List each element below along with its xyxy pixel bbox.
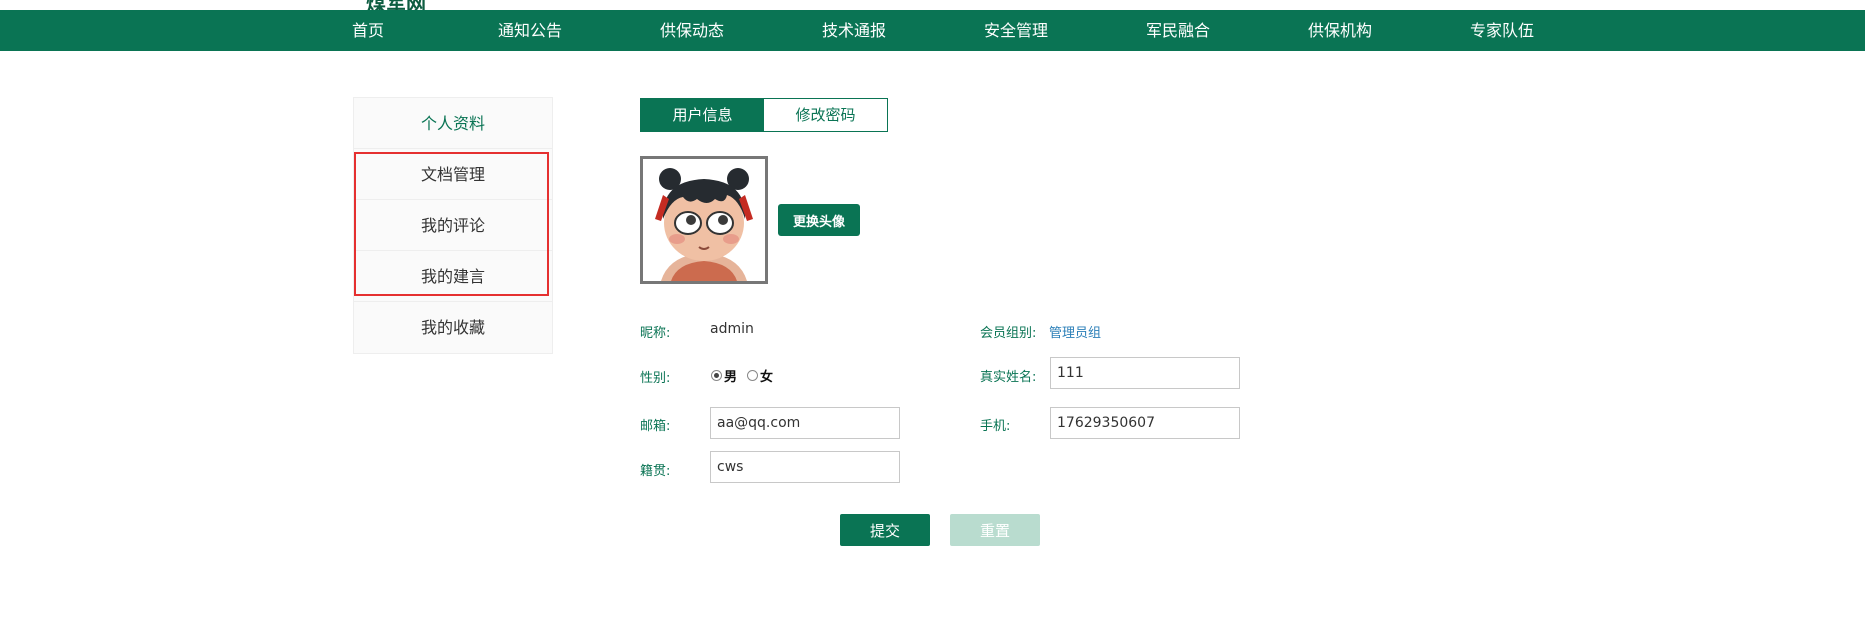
nav-item-experts[interactable]: 专家队伍 [1470, 10, 1534, 51]
avatar [640, 156, 768, 284]
tab-user-info[interactable]: 用户信息 [641, 99, 764, 131]
sidebar-item-profile[interactable]: 个人资料 [354, 98, 552, 149]
phone-input[interactable] [1050, 407, 1240, 439]
realname-label: 真实姓名: [980, 370, 1037, 385]
main-nav: 首页 通知公告 供保动态 技术通报 安全管理 军民融合 供保机构 专家队伍 [0, 10, 1865, 51]
nickname-value: admin [710, 321, 754, 337]
hometown-label: 籍贯: [640, 464, 671, 479]
nav-item-home[interactable]: 首页 [352, 10, 384, 51]
sidebar-item-comments[interactable]: 我的评论 [354, 200, 552, 251]
sidebar-item-documents[interactable]: 文档管理 [354, 149, 552, 200]
sidebar-item-suggestions[interactable]: 我的建言 [354, 251, 552, 302]
email-label: 邮箱: [640, 419, 671, 434]
sidebar-item-favorites[interactable]: 我的收藏 [354, 302, 552, 353]
gender-label: 性别: [640, 371, 671, 386]
member-group-label: 会员组别: [980, 326, 1037, 341]
email-input[interactable] [710, 407, 900, 439]
tab-change-password[interactable]: 修改密码 [764, 99, 887, 131]
gender-female-radio[interactable] [747, 370, 759, 381]
nav-item-tech-bulletin[interactable]: 技术通报 [822, 10, 886, 51]
gender-female-label: 女 [760, 370, 774, 385]
realname-input[interactable] [1050, 357, 1240, 389]
nav-item-supply-news[interactable]: 供保动态 [660, 10, 724, 51]
nav-item-institutions[interactable]: 供保机构 [1308, 10, 1372, 51]
avatar-image [643, 159, 765, 281]
nav-item-civil-military[interactable]: 军民融合 [1146, 10, 1210, 51]
nav-item-safety[interactable]: 安全管理 [984, 10, 1048, 51]
hometown-input[interactable] [710, 451, 900, 483]
reset-button[interactable]: 重置 [950, 514, 1040, 546]
change-avatar-button[interactable]: 更换头像 [778, 204, 860, 236]
nav-item-notices[interactable]: 通知公告 [498, 10, 562, 51]
gender-options: 男 女 [711, 366, 773, 385]
submit-button[interactable]: 提交 [840, 514, 930, 546]
gender-male-radio[interactable] [711, 370, 722, 381]
gender-male-label: 男 [724, 370, 738, 385]
member-group-value: 管理员组 [1049, 326, 1102, 341]
nickname-label: 昵称: [640, 326, 671, 341]
phone-label: 手机: [980, 419, 1011, 434]
sidebar: 个人资料 文档管理 我的评论 我的建言 我的收藏 [353, 97, 553, 354]
profile-tabs: 用户信息 修改密码 [640, 98, 888, 132]
